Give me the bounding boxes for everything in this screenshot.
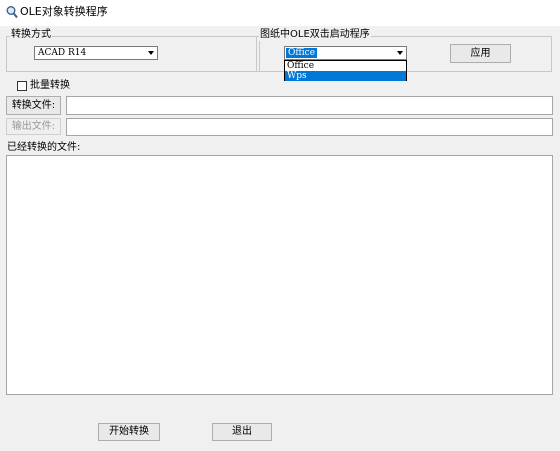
window-title: OLE对象转换程序 <box>20 5 108 18</box>
convert-file-button[interactable]: 转换文件: <box>6 96 61 115</box>
dropdown-option-wps[interactable]: Wps <box>285 71 406 81</box>
apply-button[interactable]: 应用 <box>450 44 511 63</box>
magnifier-icon <box>6 6 18 19</box>
convert-mode-group-label: 转换方式 <box>10 29 52 41</box>
convert-file-field[interactable] <box>66 96 553 115</box>
convert-mode-select[interactable]: ACAD R14 <box>34 46 158 60</box>
output-file-field[interactable] <box>66 118 553 136</box>
batch-convert-checkbox[interactable] <box>17 81 27 91</box>
batch-convert-label: 批量转换 <box>30 80 70 91</box>
converted-files-label: 已经转换的文件: <box>7 142 81 153</box>
output-file-button[interactable]: 输出文件: <box>6 118 61 135</box>
converted-files-list[interactable] <box>6 155 553 395</box>
ole-launcher-dropdown: Office Wps <box>284 60 407 81</box>
start-convert-button[interactable]: 开始转换 <box>98 423 160 441</box>
chevron-down-icon[interactable] <box>397 51 403 55</box>
exit-button[interactable]: 退出 <box>212 423 272 441</box>
ole-launcher-select[interactable]: Office <box>284 46 407 60</box>
title-bar: OLE对象转换程序 <box>0 0 560 26</box>
ole-launcher-value: Office <box>286 48 318 58</box>
ole-launcher-group-label: 图纸中OLE双击启动程序 <box>259 29 371 41</box>
dropdown-option-office[interactable]: Office <box>285 61 406 71</box>
convert-mode-value: ACAD R14 <box>38 48 87 58</box>
chevron-down-icon[interactable] <box>148 51 154 55</box>
